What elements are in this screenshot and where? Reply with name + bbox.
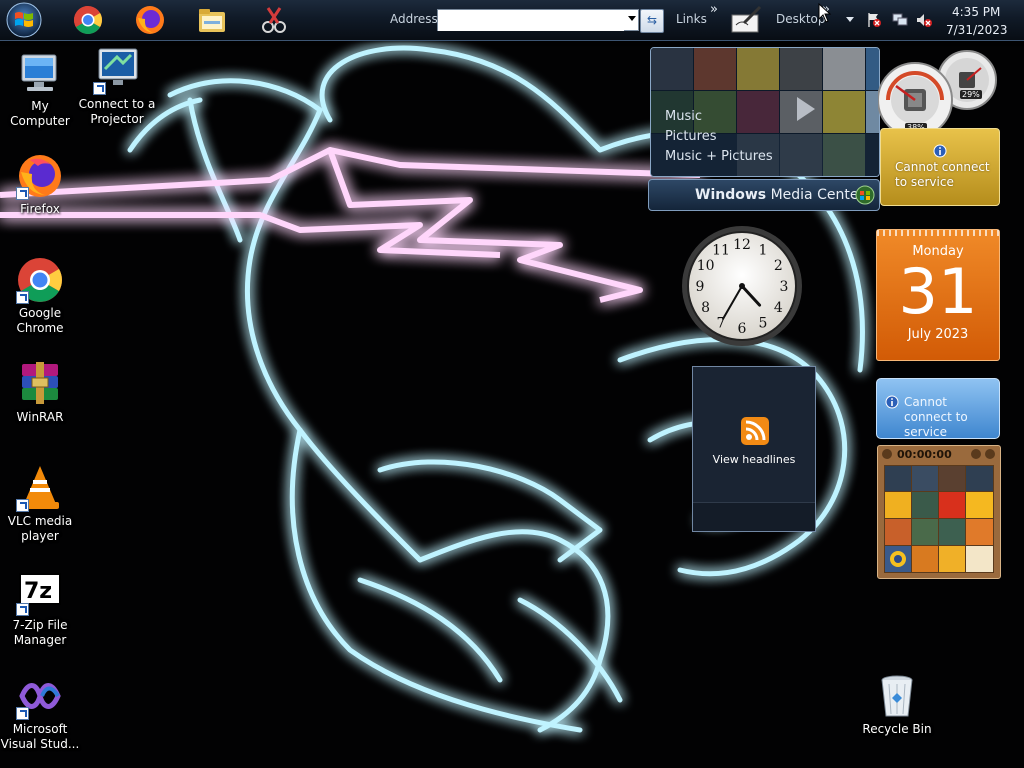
desktop-icon-my-computer[interactable]: My Computer: [0, 49, 80, 129]
clock-numeral: 12: [733, 237, 751, 253]
desktop-icon-label: VLC media player: [7, 514, 73, 543]
puzzle-header: 00:00:00: [878, 446, 1000, 464]
address-input[interactable]: [438, 12, 624, 31]
media-center-gadget[interactable]: Music Pictures Music + Pictures: [650, 47, 880, 177]
puzzle-timer: 00:00:00: [897, 448, 952, 461]
address-bar[interactable]: [437, 9, 639, 31]
shortcut-arrow-icon: [16, 291, 29, 304]
clock-numeral: 1: [759, 243, 768, 259]
shortcut-arrow-icon: [16, 603, 29, 616]
puzzle-solve-icon[interactable]: [985, 449, 995, 459]
media-center-menu-music[interactable]: Music: [665, 109, 702, 124]
clock-numeral: 5: [759, 315, 768, 331]
address-dropdown-icon[interactable]: [628, 16, 636, 21]
start-button[interactable]: [4, 1, 44, 39]
calendar-month-year: July 2023: [907, 327, 969, 342]
info-icon: [933, 144, 947, 158]
puzzle-board[interactable]: [884, 465, 994, 573]
svg-text:7z: 7z: [24, 579, 52, 604]
weather-gadget[interactable]: Cannot connect to service: [880, 128, 1000, 206]
clock-numeral: 2: [774, 258, 783, 274]
desktop-icon-label: Firefox: [20, 202, 60, 216]
desktop-icon-label: Microsoft Visual Stud...: [0, 722, 80, 751]
shortcut-arrow-icon: [16, 499, 29, 512]
network-icon[interactable]: [892, 12, 908, 28]
desktop-icon-vlc[interactable]: VLC media player: [0, 464, 80, 544]
desktop-icon-7zip[interactable]: 7z 7-Zip File Manager: [0, 568, 80, 648]
desktop-icon-recycle-bin[interactable]: Recycle Bin: [857, 672, 937, 737]
rss-feed-gadget[interactable]: View headlines: [692, 366, 816, 532]
analog-clock-face: 12 1234567891011: [682, 226, 802, 346]
media-center-title-bar[interactable]: Windows Media Center: [648, 179, 880, 211]
file-explorer-icon[interactable]: [196, 4, 228, 36]
clock-numeral: 6: [738, 321, 747, 337]
tray-overflow-icon[interactable]: [846, 17, 854, 22]
clock-date[interactable]: 7/31/2023: [946, 23, 1008, 37]
chrome-icon[interactable]: [72, 4, 104, 36]
desktop-icon-label: 7-Zip File Manager: [12, 618, 68, 647]
shortcut-arrow-icon: [16, 707, 29, 720]
clock-time[interactable]: 4:35 PM: [952, 5, 1000, 19]
links-toolbar-label[interactable]: Links: [676, 12, 707, 26]
desktop-icon-winrar[interactable]: WinRAR: [0, 360, 80, 425]
snipping-tool-icon[interactable]: [258, 4, 290, 36]
windows-logo-icon: [6, 2, 42, 38]
desktop-icon-label: Connect to a Projector: [78, 97, 156, 126]
feed-error-message: Cannot connect to service: [904, 395, 968, 439]
rss-footer: [693, 502, 815, 531]
picture-puzzle-gadget[interactable]: 00:00:00: [877, 445, 1001, 579]
clock-numeral: 3: [780, 279, 789, 295]
desktop-icon-label: Google Chrome: [16, 306, 64, 335]
media-center-logo-icon: [855, 185, 875, 205]
puzzle-show-picture-icon[interactable]: [882, 449, 892, 459]
desktop-icon-label: Recycle Bin: [862, 722, 932, 736]
desktop-icon-visual-studio[interactable]: Microsoft Visual Stud...: [0, 672, 80, 752]
links-chevron-icon[interactable]: »: [710, 2, 718, 17]
view-headlines-link[interactable]: View headlines: [693, 453, 815, 466]
clock-numeral: 9: [696, 279, 705, 295]
desktop-icon-google-chrome[interactable]: Google Chrome: [0, 256, 80, 336]
whiteboard-pen-icon[interactable]: [730, 5, 762, 35]
address-label: Address: [390, 12, 438, 26]
desktop-icon-label: WinRAR: [16, 410, 64, 424]
clock-numeral: 4: [774, 300, 783, 316]
rss-icon: [741, 417, 769, 445]
taskbar: Address ⇆ Links » Desktop » 4:35 PM 7/31…: [0, 0, 1024, 41]
desktop-icon-connect-to-projector[interactable]: Connect to a Projector: [77, 47, 157, 127]
clock-numeral: 8: [701, 300, 710, 316]
cpu-meter-gadget[interactable]: 38% 29%: [877, 50, 1000, 138]
calendar-rings: [877, 230, 999, 236]
shortcut-arrow-icon: [93, 82, 106, 95]
media-center-menu-pictures[interactable]: Pictures: [665, 129, 716, 144]
memory-usage-value: 29%: [960, 90, 982, 99]
media-center-title-bold: Windows: [695, 187, 767, 203]
feed-headlines-error-gadget[interactable]: Cannot connect to service: [876, 378, 1000, 439]
media-center-title-rest: Media Center: [766, 187, 865, 203]
info-icon: [885, 395, 899, 409]
calendar-gadget[interactable]: Monday 31 July 2023: [876, 229, 1000, 361]
firefox-icon[interactable]: [134, 4, 166, 36]
shortcut-arrow-icon: [16, 187, 29, 200]
calendar-day: 31: [898, 255, 978, 328]
media-center-menu-music-pictures[interactable]: Music + Pictures: [665, 149, 773, 164]
desktop-icon-firefox[interactable]: Firefox: [0, 152, 80, 217]
weather-error-message: Cannot connect to service: [895, 160, 990, 189]
desktop-icon-label: My Computer: [10, 99, 70, 128]
clock-numeral: 10: [697, 258, 715, 274]
clock-gadget[interactable]: 12 1 2 3 4 5 6 7 8 9 10 11: [680, 224, 804, 348]
winrar-icon: [22, 362, 58, 404]
puzzle-help-icon[interactable]: [971, 449, 981, 459]
go-button[interactable]: ⇆: [640, 9, 664, 33]
clock-numeral: 11: [712, 243, 730, 259]
volume-muted-icon[interactable]: [916, 12, 932, 28]
mouse-cursor-icon: [818, 3, 832, 23]
action-center-flag-icon[interactable]: [866, 12, 882, 28]
computer-icon: [21, 54, 57, 91]
recycle-bin-icon: [881, 675, 913, 717]
